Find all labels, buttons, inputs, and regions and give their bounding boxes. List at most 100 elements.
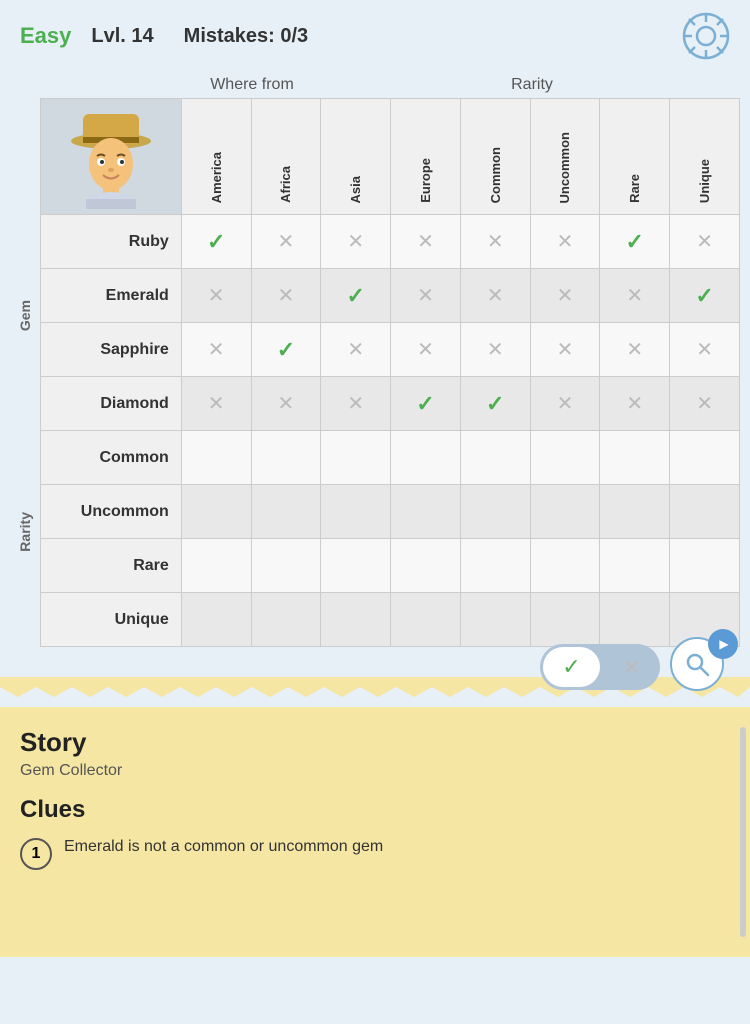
cell-common-common[interactable] — [460, 431, 530, 485]
cell-common-africa[interactable] — [251, 431, 321, 485]
row-label-sapphire: Sapphire — [41, 323, 182, 377]
settings-icon[interactable] — [682, 12, 730, 60]
cell-common-uncommon[interactable] — [530, 431, 600, 485]
cell-uncommon-asia[interactable] — [321, 485, 391, 539]
cell-uncommon-common[interactable] — [460, 485, 530, 539]
confirm-icon: ✓ — [562, 654, 580, 680]
cell-rare-rare[interactable] — [600, 539, 670, 593]
cell-unique-europe[interactable] — [391, 593, 461, 647]
clues-title: Clues — [20, 796, 730, 824]
cell-diamond-unique[interactable]: ✕ — [670, 377, 740, 431]
table-row: Common — [41, 431, 740, 485]
cell-ruby-unique[interactable]: ✕ — [670, 215, 740, 269]
cell-sapphire-common[interactable]: ✕ — [460, 323, 530, 377]
clue-text: Emerald is not a common or uncommon gem — [64, 836, 383, 858]
play-icon: ▶ — [719, 637, 728, 651]
cell-ruby-africa[interactable]: ✕ — [251, 215, 321, 269]
cell-rare-uncommon[interactable] — [530, 539, 600, 593]
gem-group-label: Gem — [17, 300, 33, 331]
cell-common-america[interactable] — [181, 431, 251, 485]
cell-common-europe[interactable] — [391, 431, 461, 485]
cell-uncommon-europe[interactable] — [391, 485, 461, 539]
scrollbar[interactable] — [740, 727, 746, 937]
cell-emerald-asia[interactable]: ✓ — [321, 269, 391, 323]
cell-common-rare[interactable] — [600, 431, 670, 485]
cell-emerald-rare[interactable]: ✕ — [600, 269, 670, 323]
mistakes-label: Mistakes: 0/3 — [184, 25, 309, 48]
cell-sapphire-asia[interactable]: ✕ — [321, 323, 391, 377]
grid-container: Where from Rarity Gem Rarity — [0, 72, 750, 647]
cell-sapphire-america[interactable]: ✕ — [181, 323, 251, 377]
table-row: Ruby✓✕✕✕✕✕✓✕ — [41, 215, 740, 269]
col-header-rare: Rare — [600, 99, 670, 215]
cell-ruby-asia[interactable]: ✕ — [321, 215, 391, 269]
col-header-europe: Europe — [391, 99, 461, 215]
cell-emerald-america[interactable]: ✕ — [181, 269, 251, 323]
cell-diamond-common[interactable]: ✓ — [460, 377, 530, 431]
story-subtitle: Gem Collector — [20, 762, 730, 780]
cell-unique-africa[interactable] — [251, 593, 321, 647]
rarity-label: Rarity — [420, 72, 644, 98]
action-buttons-area: ✓ ✕ ▶ — [540, 637, 730, 697]
col-header-unique: Unique — [670, 99, 740, 215]
col-header-common: Common — [460, 99, 530, 215]
cell-emerald-common[interactable]: ✕ — [460, 269, 530, 323]
confirm-deny-pill: ✓ ✕ — [540, 644, 660, 690]
cell-ruby-common[interactable]: ✕ — [460, 215, 530, 269]
cell-sapphire-africa[interactable]: ✓ — [251, 323, 321, 377]
avatar-cell — [41, 99, 182, 215]
table-row: Diamond✕✕✕✓✓✕✕✕ — [41, 377, 740, 431]
row-label-unique: Unique — [41, 593, 182, 647]
cell-rare-america[interactable] — [181, 539, 251, 593]
cell-emerald-africa[interactable]: ✕ — [251, 269, 321, 323]
row-label-uncommon: Uncommon — [41, 485, 182, 539]
cell-uncommon-america[interactable] — [181, 485, 251, 539]
cell-sapphire-uncommon[interactable]: ✕ — [530, 323, 600, 377]
row-label-rare: Rare — [41, 539, 182, 593]
col-header-asia: Asia — [321, 99, 391, 215]
row-label-common: Common — [41, 431, 182, 485]
cell-ruby-rare[interactable]: ✓ — [600, 215, 670, 269]
cell-rare-asia[interactable] — [321, 539, 391, 593]
cell-rare-unique[interactable] — [670, 539, 740, 593]
cell-ruby-uncommon[interactable]: ✕ — [530, 215, 600, 269]
clue-item: 1 Emerald is not a common or uncommon ge… — [20, 836, 730, 870]
confirm-button[interactable]: ✓ — [543, 647, 600, 687]
cell-diamond-rare[interactable]: ✕ — [600, 377, 670, 431]
cell-sapphire-unique[interactable]: ✕ — [670, 323, 740, 377]
cell-uncommon-unique[interactable] — [670, 485, 740, 539]
table-row: Sapphire✕✓✕✕✕✕✕✕ — [41, 323, 740, 377]
story-section: Story Gem Collector Clues 1 Emerald is n… — [0, 707, 750, 957]
cell-emerald-uncommon[interactable]: ✕ — [530, 269, 600, 323]
magnify-icon — [683, 650, 711, 678]
cell-emerald-unique[interactable]: ✓ — [670, 269, 740, 323]
cell-diamond-europe[interactable]: ✓ — [391, 377, 461, 431]
cell-uncommon-uncommon[interactable] — [530, 485, 600, 539]
cell-ruby-europe[interactable]: ✕ — [391, 215, 461, 269]
cell-ruby-america[interactable]: ✓ — [181, 215, 251, 269]
cell-diamond-uncommon[interactable]: ✕ — [530, 377, 600, 431]
cell-common-asia[interactable] — [321, 431, 391, 485]
cell-sapphire-europe[interactable]: ✕ — [391, 323, 461, 377]
cell-rare-common[interactable] — [460, 539, 530, 593]
cell-unique-asia[interactable] — [321, 593, 391, 647]
cell-sapphire-rare[interactable]: ✕ — [600, 323, 670, 377]
clue-number: 1 — [20, 838, 52, 870]
cell-uncommon-rare[interactable] — [600, 485, 670, 539]
deny-button[interactable]: ✕ — [603, 655, 660, 680]
table-row: Emerald✕✕✓✕✕✕✕✓ — [41, 269, 740, 323]
level-label: Lvl. 14 — [91, 25, 153, 48]
cell-diamond-asia[interactable]: ✕ — [321, 377, 391, 431]
cell-diamond-africa[interactable]: ✕ — [251, 377, 321, 431]
col-header-america: America — [181, 99, 251, 215]
cell-uncommon-africa[interactable] — [251, 485, 321, 539]
cell-common-unique[interactable] — [670, 431, 740, 485]
play-button[interactable]: ▶ — [708, 629, 738, 659]
cell-rare-europe[interactable] — [391, 539, 461, 593]
cell-unique-common[interactable] — [460, 593, 530, 647]
cell-rare-africa[interactable] — [251, 539, 321, 593]
cell-unique-america[interactable] — [181, 593, 251, 647]
row-label-diamond: Diamond — [41, 377, 182, 431]
cell-emerald-europe[interactable]: ✕ — [391, 269, 461, 323]
cell-diamond-america[interactable]: ✕ — [181, 377, 251, 431]
